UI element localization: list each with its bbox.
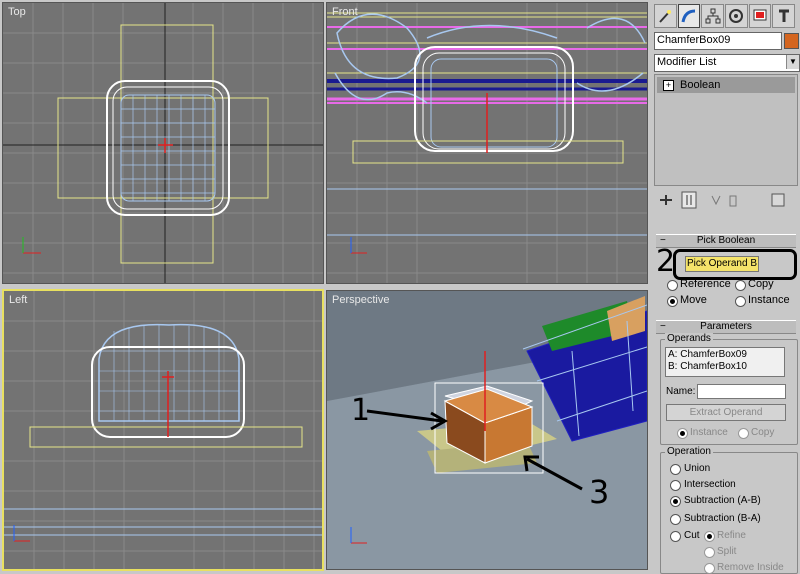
extract-copy-label: Copy [751,427,775,438]
viewport-label[interactable]: Perspective [332,294,389,306]
union-radio[interactable] [670,464,681,475]
viewport-label[interactable]: Front [332,6,358,18]
create-icon[interactable] [654,4,677,28]
subtraction-ab-label: Subtraction (A-B) [684,495,761,506]
pick-operand-b-button[interactable]: Pick Operand B [685,256,759,272]
modifier-stack: + Boolean [654,74,798,186]
split-radio[interactable] [704,547,715,558]
left-view-scene [4,291,322,569]
object-color-swatch[interactable] [784,33,799,49]
front-view-scene [327,3,647,283]
extract-instance-label: Instance [690,427,728,438]
operation-title: Operation [665,446,713,457]
annotation-number-1: 1 [351,393,371,428]
refine-label: Refine [717,530,746,541]
viewport-label[interactable]: Left [9,294,27,306]
chevron-down-icon[interactable]: ▼ [786,55,799,69]
extract-instance-radio[interactable] [677,428,688,439]
stack-tool-icons [660,191,785,209]
stack-item-boolean[interactable]: + Boolean [657,77,795,93]
command-panel: ChamferBox09 Modifier List ▼ + Boolean −… [650,0,800,574]
viewport-front[interactable]: Front [326,2,648,284]
instance-radio[interactable] [735,296,746,307]
union-label: Union [684,463,711,474]
stack-toolbar [650,190,800,210]
command-panel-tabs [654,4,796,28]
copy-radio[interactable] [735,280,746,291]
move-label: Move [680,294,707,306]
viewport-top[interactable]: Top [2,2,324,284]
instance-label: Instance [748,294,790,306]
move-radio[interactable] [667,296,678,307]
intersection-radio[interactable] [670,480,681,491]
operand-a-item[interactable]: A: ChamferBox09 [668,349,747,360]
name-label: Name: [666,386,696,397]
cut-label: Cut [684,530,700,541]
operands-list[interactable]: A: ChamferBox09 B: ChamferBox10 [665,347,785,377]
make-unique-icon[interactable] [711,195,721,206]
subtraction-ab-radio[interactable] [670,496,681,507]
reference-label: Reference [680,278,731,290]
operands-title: Operands [665,333,713,344]
top-view-scene [3,3,323,283]
viewport-left[interactable]: Left [2,289,324,571]
expand-plus-icon[interactable]: + [663,79,674,91]
object-name-field[interactable]: ChamferBox09 [654,32,782,50]
pin-stack-icon[interactable] [660,195,672,205]
modifier-list-dropdown[interactable]: Modifier List ▼ [654,54,800,72]
extract-copy-radio[interactable] [738,428,749,439]
remove-modifier-icon[interactable] [729,195,737,207]
reference-radio[interactable] [667,280,678,291]
rollout-pick-boolean[interactable]: − Pick Boolean [656,234,796,248]
rollout-title: Pick Boolean [696,235,756,246]
operand-b-item[interactable]: B: ChamferBox10 [668,361,747,372]
hierarchy-icon[interactable] [701,4,725,28]
show-end-result-icon[interactable] [681,191,697,209]
split-label: Split [717,546,737,557]
modify-icon[interactable] [677,4,701,28]
viewport-label[interactable]: Top [8,6,26,18]
rollout-parameters[interactable]: − Parameters [656,320,796,334]
configure-sets-icon[interactable] [771,193,785,207]
viewport-perspective[interactable]: Perspective 1 3 [326,290,648,570]
display-icon[interactable] [748,4,772,28]
remove-inside-radio[interactable] [704,563,715,574]
remove-inside-label: Remove Inside [717,562,784,573]
annotation-number-2: 2 [656,244,676,279]
copy-label: Copy [748,278,774,290]
rollout-title: Parameters [700,321,752,332]
subtraction-ba-radio[interactable] [670,514,681,525]
utilities-icon[interactable] [772,4,796,28]
annotation-number-3: 3 [589,473,610,511]
stack-item-label: Boolean [680,79,721,91]
extract-operand-button[interactable]: Extract Operand [666,404,786,421]
motion-icon[interactable] [725,4,748,28]
perspective-view-scene [327,291,647,569]
operand-name-field[interactable] [697,384,786,399]
subtraction-ba-label: Subtraction (B-A) [684,513,761,524]
cut-radio[interactable] [670,531,681,542]
modifier-list-label: Modifier List [657,56,717,68]
refine-radio[interactable] [704,531,715,542]
intersection-label: Intersection [684,479,736,490]
